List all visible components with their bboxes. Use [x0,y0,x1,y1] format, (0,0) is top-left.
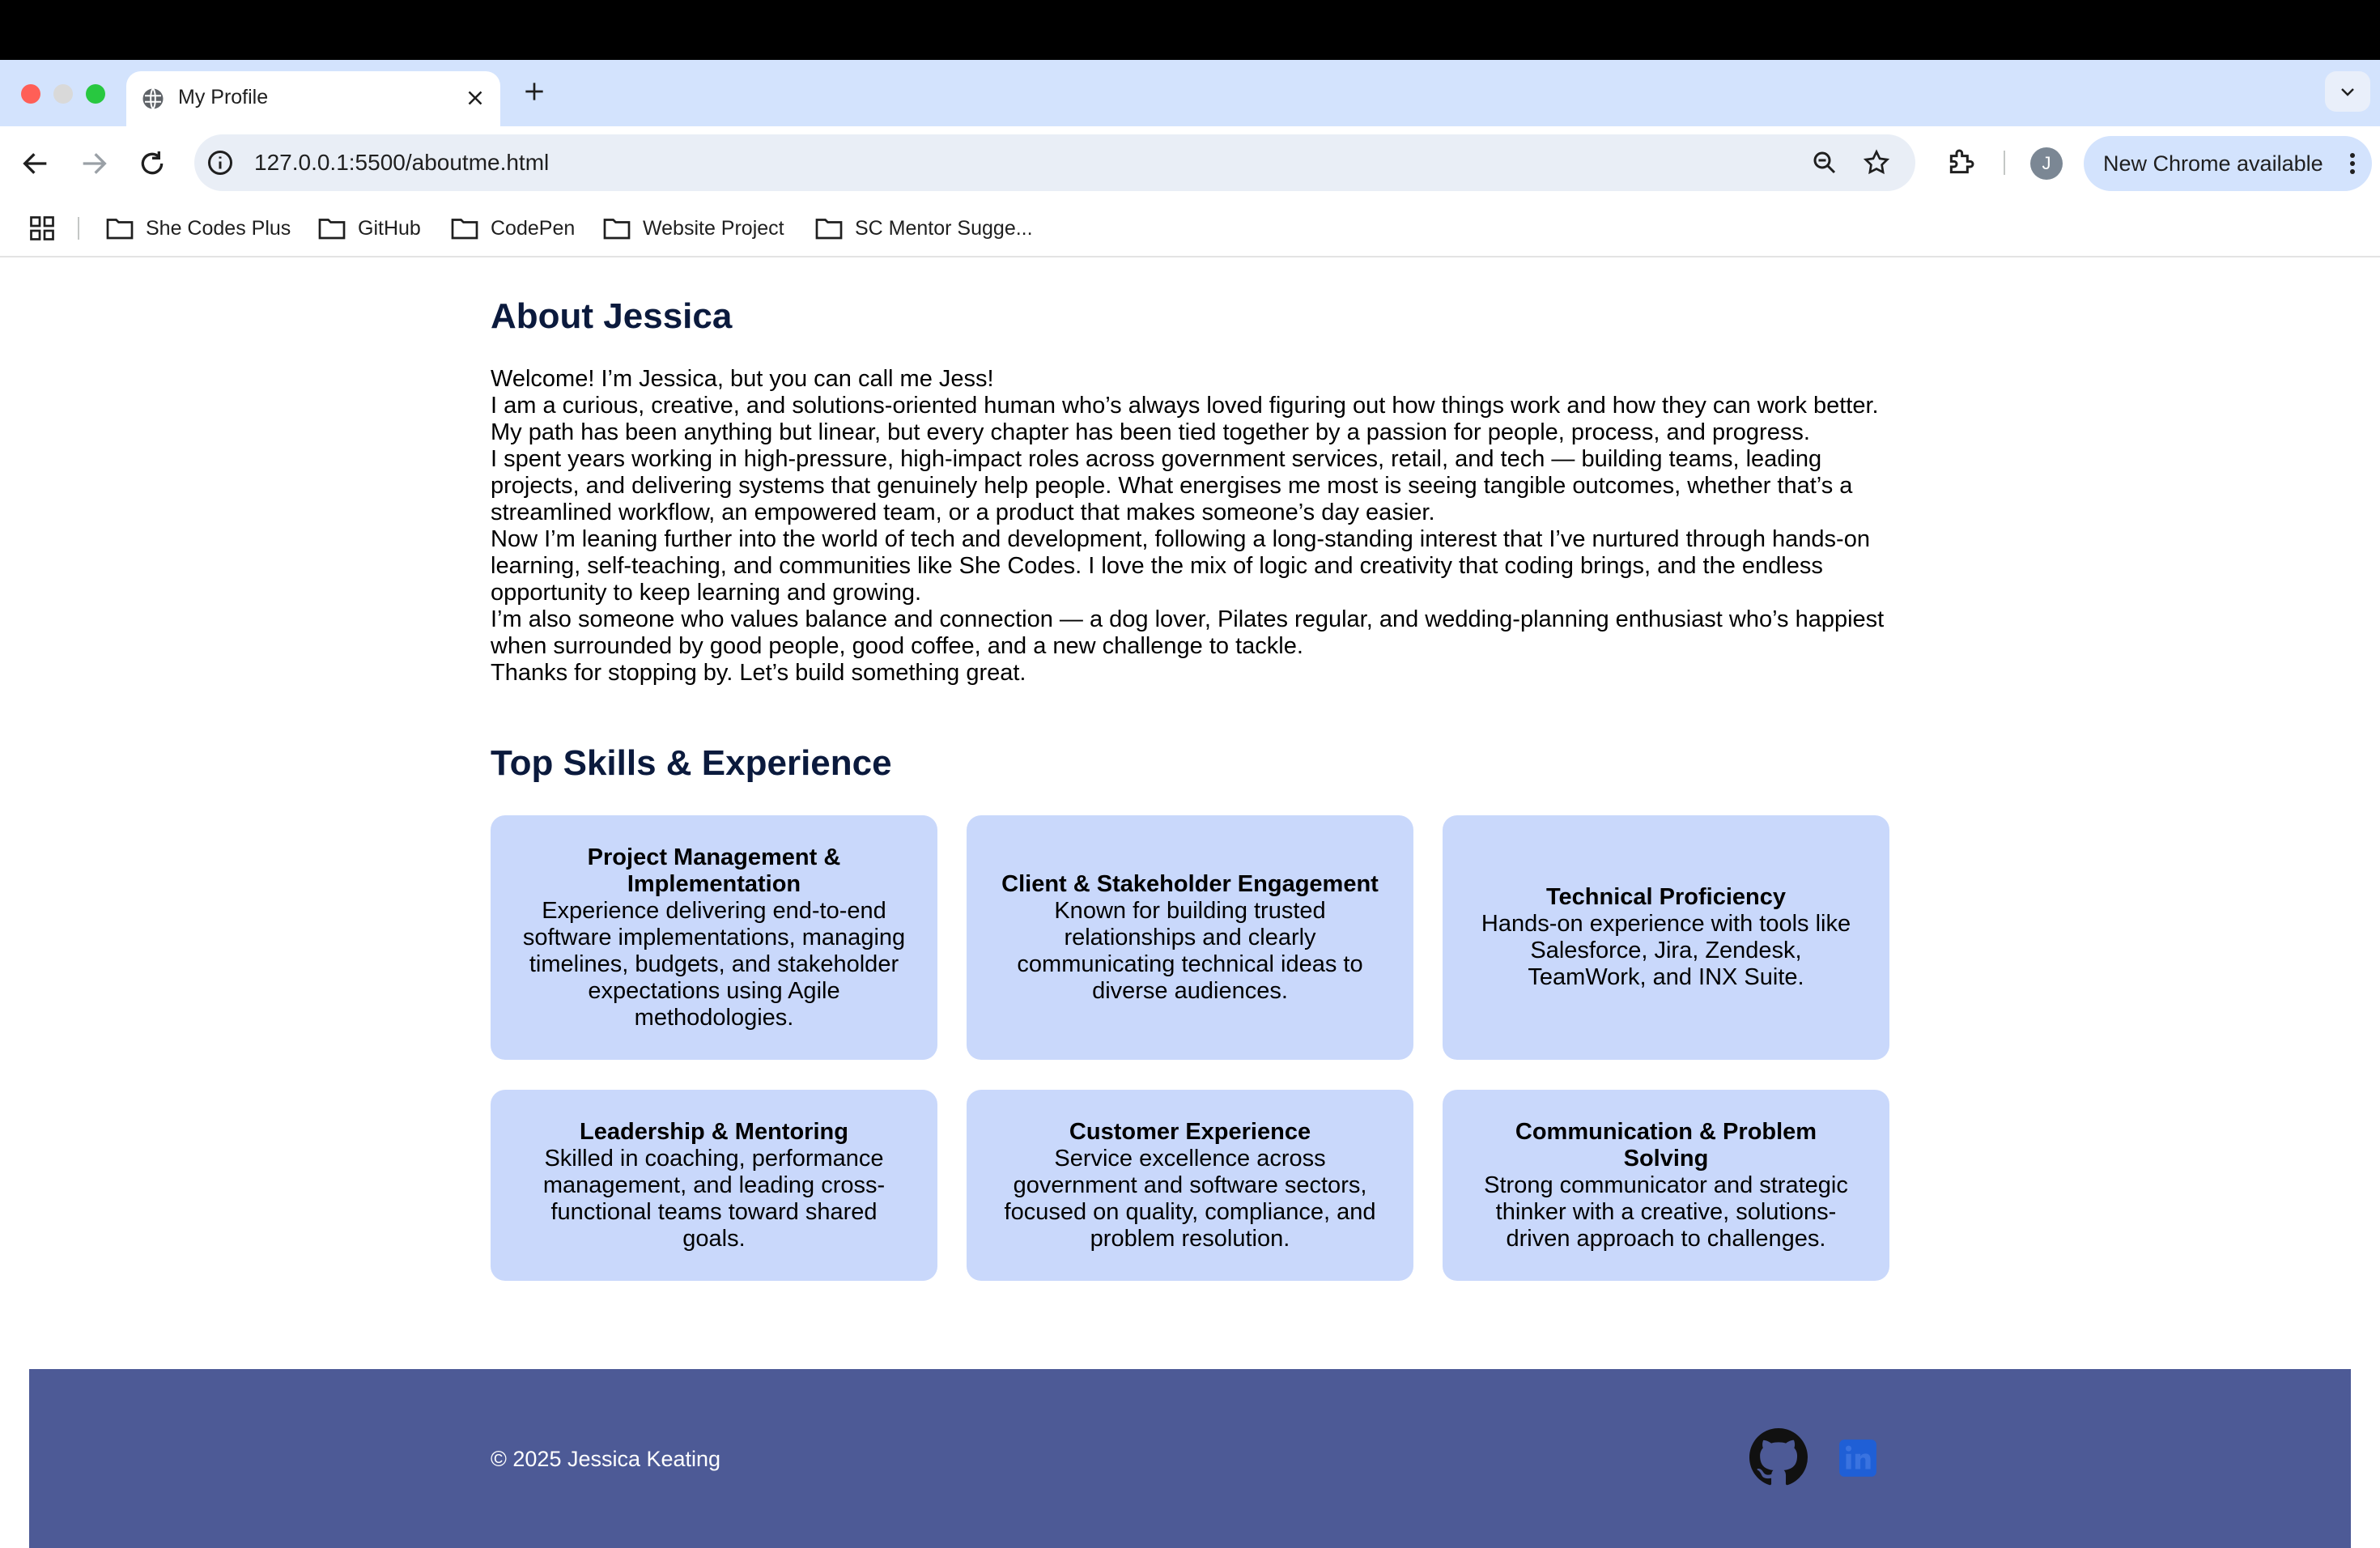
about-paragraph: I’m also someone who values balance and … [491,606,1885,659]
bookmark-codepen[interactable]: CodePen [450,212,575,245]
about-paragraph: Now I’m leaning further into the world o… [491,526,1870,606]
bookmark-she-codes-plus[interactable]: She Codes Plus [105,212,291,245]
close-icon[interactable] [463,86,487,110]
globe-icon [141,87,165,111]
back-arrow-icon[interactable] [19,147,52,180]
about-paragraph: I spent years working in high-pressure, … [491,446,1853,525]
tab-title: My Profile [178,86,269,108]
github-icon[interactable] [1749,1428,1808,1486]
chevron-down-icon [2341,88,2354,96]
skills-heading: Top Skills & Experience [491,743,892,783]
skill-title: Project Management & Implementation [587,844,841,897]
about-paragraph: Thanks for stopping by. Let’s build some… [491,660,1026,686]
skill-card: Technical Proficiency Hands-on experienc… [1443,815,1889,1060]
extensions-puzzle-icon[interactable] [1944,147,1977,179]
update-label: New Chrome available [2103,151,2323,176]
bookmark-star-icon[interactable] [1862,148,1891,177]
skill-description: Known for building trusted relationships… [1017,897,1363,1004]
bookmark-label: She Codes Plus [146,216,291,240]
browser-tab[interactable]: My Profile [126,71,500,126]
toolbar-divider [2004,151,2005,175]
profile-avatar[interactable]: J [2030,147,2063,180]
folder-icon [106,219,134,240]
bookmark-website-project[interactable]: Website Project [602,212,784,245]
folder-icon [603,219,631,240]
skill-description: Experience delivering end-to-end softwar… [522,897,906,1031]
skill-description: Service excellence across government and… [1004,1145,1376,1252]
about-paragraph: I am a curious, creative, and solutions-… [491,393,1879,445]
bookmark-label: CodePen [491,216,576,240]
reload-icon[interactable] [136,147,168,180]
skill-card: Project Management & Implementation Expe… [491,815,937,1060]
chrome-update-button[interactable]: New Chrome available [2084,136,2372,191]
skill-title: Leadership & Mentoring [580,1118,848,1145]
bookmark-github[interactable]: GitHub [317,212,421,245]
folder-icon [815,219,843,240]
maximize-window-button[interactable] [86,84,105,104]
macos-menu-bar [0,0,2380,60]
tab-search-button[interactable] [2325,71,2370,112]
skill-title: Customer Experience [1069,1118,1311,1145]
skill-title: Technical Proficiency [1545,884,1787,910]
folder-icon [318,219,346,240]
skill-title: Communication & Problem Solving [1515,1118,1817,1172]
page-footer [29,1369,2351,1548]
skill-card: Customer Experience Service excellence a… [967,1090,1413,1281]
copyright-text: © 2025 Jessica Keating [491,1447,721,1471]
folder-icon [451,219,478,240]
address-bar[interactable]: 127.0.0.1:5500/aboutme.html [194,134,1915,191]
apps-grid-icon[interactable] [28,214,57,243]
about-text: Welcome! I’m Jessica, but you can call m… [491,366,1899,687]
skill-card: Communication & Problem Solving Strong c… [1443,1090,1889,1281]
about-heading: About Jessica [491,296,733,336]
linkedin-icon[interactable] [1838,1438,1878,1478]
address-url[interactable]: 127.0.0.1:5500/aboutme.html [254,150,549,176]
bookmark-label: GitHub [358,216,421,240]
site-info-icon[interactable] [206,148,235,177]
forward-arrow-icon[interactable] [78,147,110,180]
skill-description: Skilled in coaching, performance managem… [542,1145,886,1252]
skill-title: Client & Stakeholder Engagement [1001,870,1379,897]
zoom-icon[interactable] [1810,148,1839,177]
minimize-window-button[interactable] [53,84,73,104]
about-paragraph: Welcome! I’m Jessica, but you can call m… [491,366,994,392]
more-vertical-icon[interactable] [2348,149,2357,178]
bookmark-sc-mentor[interactable]: SC Mentor Sugge... [814,212,1033,245]
skill-card: Client & Stakeholder Engagement Known fo… [967,815,1413,1060]
skill-card: Leadership & Mentoring Skilled in coachi… [491,1090,937,1281]
bookmarks-divider [78,217,79,240]
close-window-button[interactable] [21,84,40,104]
bookmark-label: SC Mentor Sugge... [855,216,1033,240]
new-tab-icon[interactable] [521,79,547,104]
bookmark-label: Website Project [643,216,784,240]
skill-description: Hands-on experience with tools like Sale… [1481,911,1851,990]
skill-description: Strong communicator and strategic thinke… [1484,1172,1848,1252]
